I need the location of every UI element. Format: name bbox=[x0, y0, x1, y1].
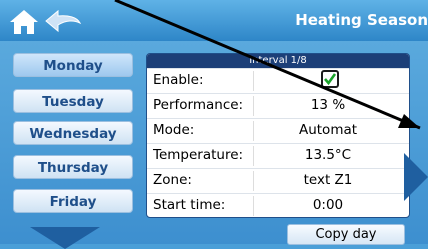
interval-card: Interval 1/8 Enable: Performance: 13 % M… bbox=[146, 53, 410, 218]
enable-checkbox[interactable] bbox=[321, 70, 339, 88]
next-interval-arrow-icon[interactable] bbox=[404, 153, 428, 201]
enable-label: Enable: bbox=[153, 72, 204, 88]
temperature-value[interactable]: 13.5°C bbox=[253, 147, 403, 163]
row-enable: Enable: bbox=[147, 68, 409, 94]
mode-value[interactable]: Automat bbox=[253, 122, 403, 138]
start-time-label: Start time: bbox=[153, 197, 226, 213]
row-mode[interactable]: Mode: Automat bbox=[147, 118, 409, 144]
zone-label: Zone: bbox=[153, 172, 192, 188]
row-start-time[interactable]: Start time: 0:00 bbox=[147, 193, 409, 217]
day-wednesday[interactable]: Wednesday bbox=[13, 121, 133, 145]
back-arrow-icon[interactable] bbox=[44, 9, 82, 33]
mode-label: Mode: bbox=[153, 122, 195, 138]
zone-value[interactable]: text Z1 bbox=[253, 172, 403, 188]
home-icon[interactable] bbox=[9, 9, 39, 35]
day-friday[interactable]: Friday bbox=[13, 189, 133, 213]
row-temperature[interactable]: Temperature: 13.5°C bbox=[147, 143, 409, 169]
row-zone[interactable]: Zone: text Z1 bbox=[147, 168, 409, 194]
schedule-panel: Monday Tuesday Wednesday Thursday Friday… bbox=[0, 41, 428, 249]
interval-title: Interval 1/8 bbox=[147, 54, 409, 68]
performance-label: Performance: bbox=[153, 97, 244, 113]
day-tuesday[interactable]: Tuesday bbox=[13, 89, 133, 113]
performance-value[interactable]: 13 % bbox=[253, 97, 403, 113]
scroll-down-arrow-icon[interactable] bbox=[30, 227, 100, 249]
divider bbox=[253, 71, 254, 91]
top-bar: Heating Season bbox=[0, 0, 428, 41]
temperature-label: Temperature: bbox=[153, 147, 244, 163]
row-performance[interactable]: Performance: 13 % bbox=[147, 93, 409, 119]
copy-day-button[interactable]: Copy day bbox=[287, 224, 405, 245]
page-title: Heating Season bbox=[295, 11, 428, 29]
day-monday[interactable]: Monday bbox=[13, 53, 133, 77]
day-thursday[interactable]: Thursday bbox=[13, 155, 133, 179]
start-time-value[interactable]: 0:00 bbox=[253, 197, 403, 213]
checkmark-icon bbox=[324, 73, 337, 86]
